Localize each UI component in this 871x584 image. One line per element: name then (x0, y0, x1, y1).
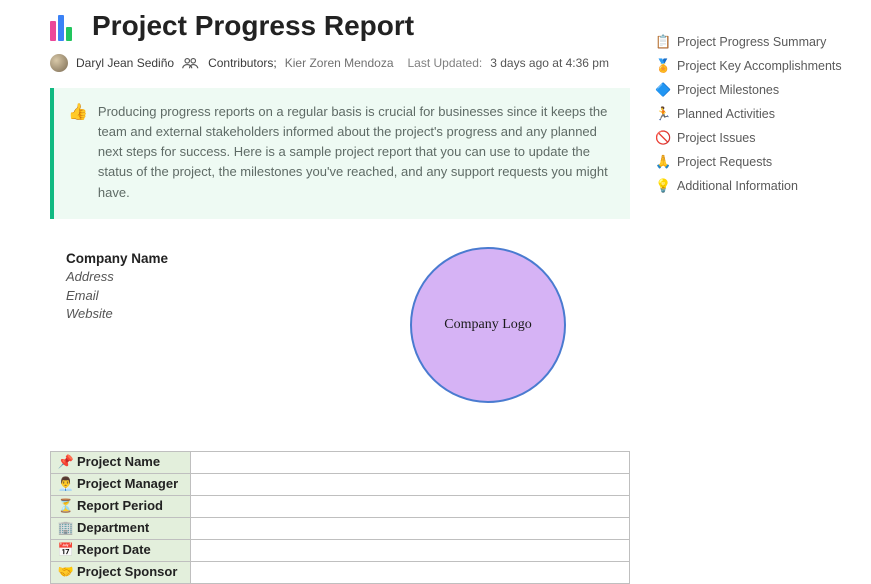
info-label-cell: 📅Report Date (51, 539, 191, 561)
company-email: Email (66, 287, 346, 306)
toc-item[interactable]: 📋 Project Progress Summary (655, 30, 855, 54)
toc-item[interactable]: 🚫 Project Issues (655, 126, 855, 150)
page-title: Project Progress Report (92, 10, 414, 42)
chart-bar-icon (50, 11, 80, 41)
toc-item-icon: 🏅 (655, 58, 671, 74)
info-row-icon: 🏢 (57, 520, 75, 536)
toc-item[interactable]: 🙏 Project Requests (655, 150, 855, 174)
info-value-cell[interactable] (191, 495, 630, 517)
contributors-label: Contributors; (208, 56, 277, 70)
company-name-label: Company Name (66, 251, 346, 266)
info-value-cell[interactable] (191, 517, 630, 539)
contributors-icon (182, 56, 200, 70)
table-row: 📌Project Name (51, 451, 630, 473)
project-info-table: 📌Project Name👨‍💼Project Manager⏳Report P… (50, 451, 630, 584)
company-address: Address (66, 268, 346, 287)
contributors-names: Kier Zoren Mendoza (285, 56, 394, 70)
toc-item[interactable]: 💡 Additional Information (655, 174, 855, 198)
toc-item-label: Project Issues (677, 131, 756, 145)
info-row-icon: 📅 (57, 542, 75, 558)
toc-item-label: Project Key Accomplishments (677, 59, 842, 73)
toc-item-label: Additional Information (677, 179, 798, 193)
meta-row: Daryl Jean Sediño Contributors; Kier Zor… (50, 54, 630, 72)
table-row: ⏳Report Period (51, 495, 630, 517)
toc-item-icon: 🚫 (655, 130, 671, 146)
info-row-icon: 👨‍💼 (57, 476, 75, 492)
info-row-label: Department (77, 520, 149, 535)
info-label-cell: 🤝Project Sponsor (51, 561, 191, 583)
toc-item-label: Project Progress Summary (677, 35, 826, 49)
last-updated-label: Last Updated: (408, 56, 483, 70)
info-row-label: Project Manager (77, 476, 178, 491)
info-row-icon: 📌 (57, 454, 75, 470)
toc-item-label: Project Milestones (677, 83, 779, 97)
thumbs-up-icon: 👍 (68, 102, 88, 203)
intro-callout: 👍 Producing progress reports on a regula… (50, 88, 630, 219)
callout-text: Producing progress reports on a regular … (98, 102, 612, 203)
toc-item[interactable]: 🏃 Planned Activities (655, 102, 855, 126)
info-label-cell: ⏳Report Period (51, 495, 191, 517)
toc-item-icon: 💡 (655, 178, 671, 194)
toc-item-icon: 🔷 (655, 82, 671, 98)
company-website: Website (66, 305, 346, 324)
info-row-label: Project Sponsor (77, 564, 177, 579)
author-name: Daryl Jean Sediño (76, 56, 174, 70)
table-row: 🤝Project Sponsor (51, 561, 630, 583)
table-row: 📅Report Date (51, 539, 630, 561)
toc-item-label: Project Requests (677, 155, 772, 169)
info-label-cell: 👨‍💼Project Manager (51, 473, 191, 495)
toc-item[interactable]: 🔷 Project Milestones (655, 78, 855, 102)
info-value-cell[interactable] (191, 451, 630, 473)
info-row-label: Project Name (77, 454, 160, 469)
toc-item-icon: 🏃 (655, 106, 671, 122)
toc-item-icon: 🙏 (655, 154, 671, 170)
info-row-icon: ⏳ (57, 498, 75, 514)
info-row-label: Report Period (77, 498, 163, 513)
info-label-cell: 📌Project Name (51, 451, 191, 473)
toc-item-label: Planned Activities (677, 107, 775, 121)
company-logo-placeholder: Company Logo (410, 247, 566, 403)
info-value-cell[interactable] (191, 473, 630, 495)
table-of-contents: 📋 Project Progress Summary 🏅 Project Key Ac… (655, 30, 855, 198)
info-value-cell[interactable] (191, 561, 630, 583)
info-label-cell: 🏢Department (51, 517, 191, 539)
last-updated-value: 3 days ago at 4:36 pm (490, 56, 609, 70)
table-row: 👨‍💼Project Manager (51, 473, 630, 495)
toc-item-icon: 📋 (655, 34, 671, 50)
toc-item[interactable]: 🏅 Project Key Accomplishments (655, 54, 855, 78)
info-row-label: Report Date (77, 542, 151, 557)
info-value-cell[interactable] (191, 539, 630, 561)
author-avatar (50, 54, 68, 72)
table-row: 🏢Department (51, 517, 630, 539)
